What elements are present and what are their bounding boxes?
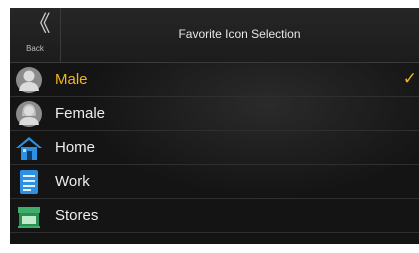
list-item-label: Work <box>55 173 90 190</box>
male-person-icon <box>16 67 42 93</box>
store-icon <box>18 207 40 228</box>
female-person-icon <box>16 101 42 127</box>
list-item-label: Female <box>55 105 106 122</box>
favorite-icon-screen: 《 Back Favorite Icon Selection Male ✓ Fe… <box>10 8 419 244</box>
header-bar: 《 Back Favorite Icon Selection <box>10 8 419 63</box>
checkmark-icon: ✓ <box>402 69 417 89</box>
list-item-stores[interactable]: Stores <box>10 199 419 233</box>
list-item-label: Stores <box>55 207 99 224</box>
back-chevron-icon: 《 <box>28 12 50 37</box>
home-icon <box>16 137 42 160</box>
back-button[interactable]: 《 Back <box>10 8 61 62</box>
list-item-female[interactable]: Female <box>10 97 419 131</box>
back-label: Back <box>26 44 44 53</box>
list-item-label: Home <box>55 139 96 156</box>
list-item-label: Male <box>55 71 88 88</box>
work-icon <box>20 170 38 194</box>
favorite-icon-list: Male ✓ Female Home Work Stores <box>10 63 419 233</box>
list-item-home[interactable]: Home <box>10 131 419 165</box>
list-item-male[interactable]: Male ✓ <box>10 63 419 97</box>
page-title: Favorite Icon Selection <box>178 27 301 41</box>
list-item-work[interactable]: Work <box>10 165 419 199</box>
